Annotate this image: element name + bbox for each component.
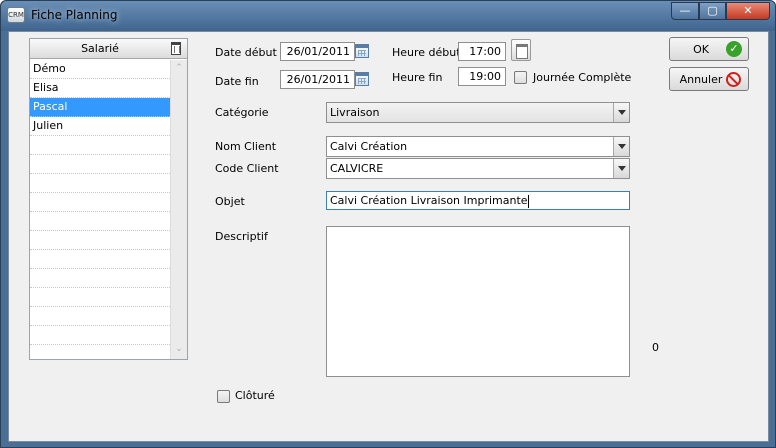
list-item-empty[interactable] — [30, 288, 170, 307]
calendar-icon[interactable] — [355, 72, 369, 86]
employee-list-header-label: Salarié — [81, 42, 119, 55]
employee-list-header[interactable]: Salarié — [30, 39, 187, 59]
ok-button[interactable]: OK ✓ — [669, 37, 749, 61]
full-day-label: Journée Complète — [533, 71, 632, 84]
prohibited-icon — [726, 72, 741, 87]
closed-checkbox[interactable] — [217, 390, 230, 403]
client-code-select[interactable]: CALVICRE — [326, 158, 630, 179]
close-button[interactable]: ✕ — [726, 2, 770, 20]
ok-button-label: OK — [693, 43, 709, 56]
client-name-value: Calvi Création — [330, 140, 408, 153]
minimize-button[interactable]: — — [671, 2, 699, 20]
scroll-up-icon[interactable]: ⌃ — [174, 63, 184, 73]
hour-end-input[interactable]: 19:00 — [458, 67, 506, 86]
check-icon: ✓ — [726, 41, 742, 57]
description-textarea[interactable] — [326, 226, 630, 377]
list-item[interactable]: Elisa — [30, 79, 170, 98]
chevron-down-icon[interactable] — [613, 159, 629, 178]
title-bar: CRM Fiche Planning — ▢ ✕ — [1, 1, 775, 31]
hour-start-input[interactable]: 17:00 — [458, 42, 506, 61]
window-title: Fiche Planning — [31, 8, 118, 22]
hour-end-label: Heure fin — [392, 71, 443, 84]
dialog-body: Salarié Démo Elisa Pascal Julien ⌃ ⌄ Dat… — [8, 31, 769, 442]
date-end-input[interactable]: 26/01/2011 — [280, 70, 355, 89]
list-item[interactable]: Démo — [30, 60, 170, 79]
description-label: Descriptif — [215, 230, 268, 243]
employee-list-body: Démo Elisa Pascal Julien — [30, 60, 170, 360]
chevron-down-icon[interactable] — [613, 103, 629, 122]
chevron-down-icon[interactable] — [613, 137, 629, 156]
list-item-empty[interactable] — [30, 250, 170, 269]
client-code-label: Code Client — [215, 162, 279, 175]
list-item-empty[interactable] — [30, 212, 170, 231]
list-item-selected[interactable]: Pascal — [30, 98, 170, 117]
app-logo-icon: CRM — [7, 7, 25, 23]
closed-label: Clôturé — [235, 389, 275, 402]
category-select[interactable]: Livraison — [326, 102, 630, 123]
scroll-down-icon[interactable]: ⌄ — [174, 344, 184, 354]
list-item-empty[interactable] — [30, 269, 170, 288]
hour-start-label: Heure début — [392, 46, 461, 59]
client-code-value: CALVICRE — [330, 162, 384, 175]
client-name-label: Nom Client — [215, 140, 277, 153]
cancel-button[interactable]: Annuler — [669, 67, 749, 91]
cancel-button-label: Annuler — [679, 73, 723, 86]
date-start-input[interactable]: 26/01/2011 — [280, 42, 355, 61]
calendar-icon[interactable] — [355, 44, 369, 58]
client-name-select[interactable]: Calvi Création — [326, 136, 630, 157]
date-start-label: Date début — [215, 46, 277, 59]
list-scrollbar[interactable]: ⌃ ⌄ — [170, 60, 187, 359]
list-item-empty[interactable] — [30, 136, 170, 155]
list-item-empty[interactable] — [30, 193, 170, 212]
object-value: Calvi Création Livraison Imprimante — [330, 194, 528, 207]
list-item[interactable]: Julien — [30, 117, 170, 136]
list-item-empty[interactable] — [30, 174, 170, 193]
maximize-button[interactable]: ▢ — [699, 2, 726, 20]
fiche-planning-window: CRM Fiche Planning — ▢ ✕ Salarié Démo El… — [0, 0, 776, 448]
trash-icon[interactable] — [171, 42, 181, 55]
full-day-checkbox[interactable] — [514, 71, 527, 84]
list-item-empty[interactable] — [30, 307, 170, 326]
list-item-empty[interactable] — [30, 155, 170, 174]
employee-list: Salarié Démo Elisa Pascal Julien ⌃ ⌄ — [29, 38, 188, 360]
date-end-label: Date fin — [215, 75, 259, 88]
category-label: Catégorie — [215, 106, 269, 119]
list-item-empty[interactable] — [30, 231, 170, 250]
object-label: Objet — [215, 195, 245, 208]
text-caret — [527, 194, 529, 208]
time-picker-button[interactable] — [511, 39, 531, 61]
object-input[interactable]: Calvi Création Livraison Imprimante — [326, 191, 630, 210]
description-char-count: 0 — [652, 341, 659, 354]
list-item-empty[interactable] — [30, 326, 170, 345]
category-value: Livraison — [330, 106, 380, 119]
